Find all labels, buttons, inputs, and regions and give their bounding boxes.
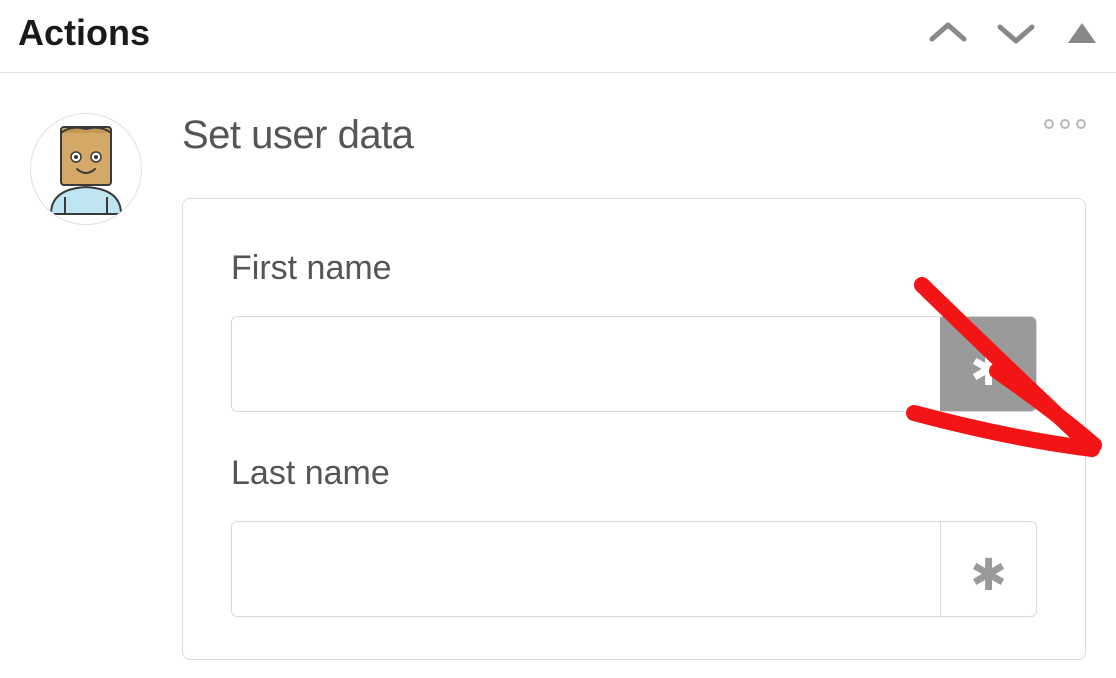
card-title: Set user data xyxy=(182,113,413,158)
asterisk-icon: ✱ xyxy=(970,345,1007,396)
field-first-name: First name ✱ xyxy=(231,249,1037,412)
avatar-icon xyxy=(41,119,131,219)
form-card: First name ✱ Last name ✱ xyxy=(182,198,1086,660)
last-name-input-row: ✱ xyxy=(231,521,1037,617)
first-name-input[interactable] xyxy=(232,317,940,411)
content-area: Set user data First name ✱ Last name xyxy=(0,73,1116,660)
section-title: Actions xyxy=(18,12,150,54)
asterisk-icon: ✱ xyxy=(970,550,1007,601)
main-column: Set user data First name ✱ Last name xyxy=(182,113,1086,660)
move-up-button[interactable] xyxy=(926,18,970,48)
ellipsis-dot-icon xyxy=(1060,119,1070,129)
card-header: Set user data xyxy=(182,113,1086,158)
chevron-down-icon xyxy=(996,21,1036,45)
avatar xyxy=(30,113,142,225)
header-controls xyxy=(926,18,1096,48)
first-name-label: First name xyxy=(231,249,1037,288)
section-header: Actions xyxy=(0,0,1116,73)
last-name-label: Last name xyxy=(231,454,1037,493)
first-name-input-row: ✱ xyxy=(231,316,1037,412)
more-options-button[interactable] xyxy=(1044,113,1086,129)
collapse-button[interactable] xyxy=(1068,23,1096,43)
move-down-button[interactable] xyxy=(994,18,1038,48)
field-last-name: Last name ✱ xyxy=(231,454,1037,617)
last-name-asterisk-button[interactable]: ✱ xyxy=(940,522,1036,616)
last-name-input[interactable] xyxy=(232,522,940,616)
avatar-column xyxy=(30,113,142,660)
ellipsis-dot-icon xyxy=(1044,119,1054,129)
ellipsis-dot-icon xyxy=(1076,119,1086,129)
first-name-asterisk-button[interactable]: ✱ xyxy=(940,317,1036,411)
chevron-up-icon xyxy=(928,21,968,45)
